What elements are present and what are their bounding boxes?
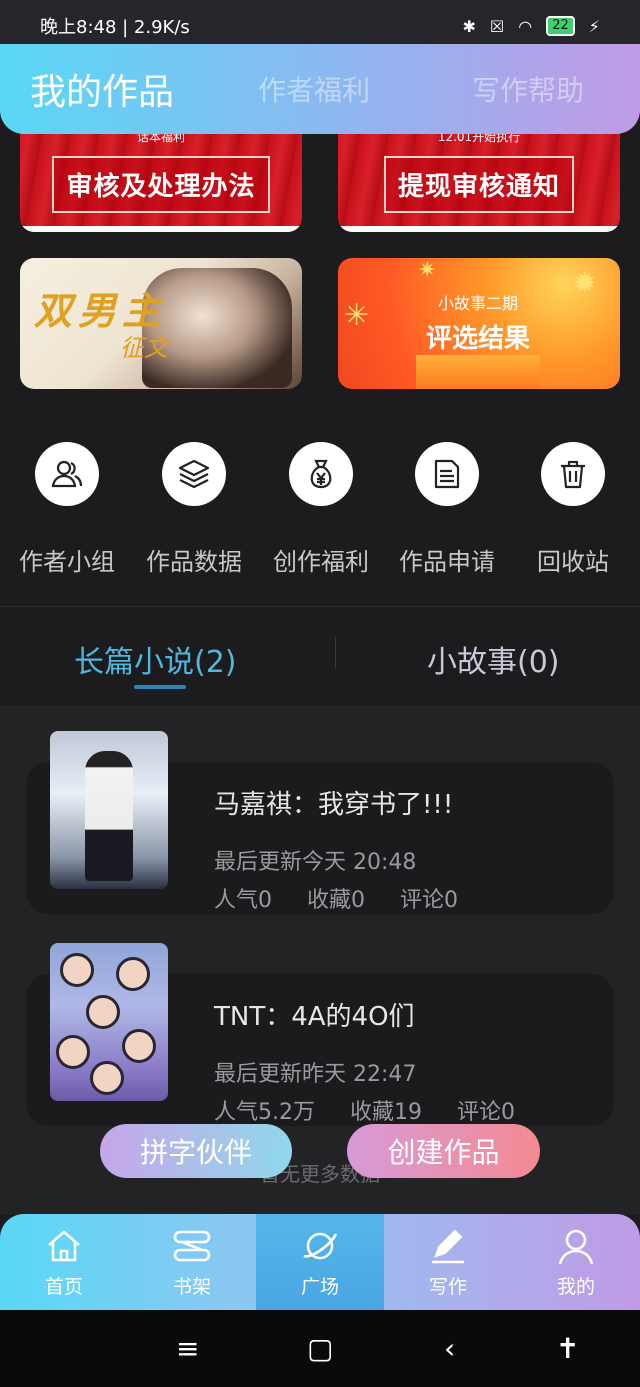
planet-icon [303, 1232, 338, 1260]
work-favorites: 收藏0 [307, 888, 365, 913]
works-list: 马嘉祺：我穿书了!!! 最后更新今天 20:48 人气0 收藏0 评论0 TNT… [0, 705, 640, 1215]
quick-label-recycle-bin[interactable]: 回收站 [508, 542, 638, 577]
quick-label-creation-benefits[interactable]: 创作福利 [256, 542, 386, 577]
tab-long-novel[interactable]: 长篇小说(2) [74, 637, 237, 681]
banner-subtitle: 征文 [120, 334, 168, 362]
users-icon[interactable] [35, 442, 99, 506]
list-end-text: 暂无更多数据 [260, 1162, 380, 1186]
wifi-icon: ◠ [518, 16, 533, 36]
work-popularity: 人气0 [214, 888, 272, 913]
back-icon[interactable]: ‹ [444, 1332, 455, 1365]
cover-face [86, 995, 120, 1029]
work-cover[interactable] [50, 731, 168, 889]
work-comments: 评论0 [457, 1100, 515, 1125]
cover-face [90, 1061, 124, 1095]
user-icon [558, 1229, 594, 1265]
nav-write[interactable]: 写作 [384, 1214, 512, 1310]
money-bag-icon[interactable] [289, 442, 353, 506]
nav-plaza[interactable]: 广场 [256, 1214, 384, 1310]
quick-label-work-apply[interactable]: 作品申请 [382, 542, 512, 577]
bluetooth-icon: ✱ [462, 16, 476, 36]
battery-icon: 22 [546, 16, 575, 36]
charging-icon: ⚡ [588, 16, 600, 36]
layers-icon[interactable] [162, 442, 226, 506]
create-work-button[interactable]: 创建作品 [347, 1124, 540, 1178]
work-title: TNT：4A的4O们 [214, 1002, 415, 1032]
banner-title: 双男主 [34, 289, 167, 333]
nav-mine[interactable]: 我的 [512, 1214, 640, 1310]
active-tab-indicator [134, 685, 186, 689]
tab-short-story[interactable]: 小故事(0) [427, 637, 560, 681]
status-icons: ✱ ☒ ◠ 22 ⚡ [462, 16, 600, 36]
work-updated: 最后更新今天 20:48 [214, 850, 417, 875]
home-icon [48, 1230, 80, 1262]
home-square-icon[interactable]: ▢ [307, 1332, 333, 1365]
work-cover[interactable] [50, 943, 168, 1101]
banner-title: 提现审核通知 [383, 155, 574, 213]
cover-face [60, 953, 94, 987]
top-tab-bar: 我的作品 作者福利 写作帮助 [0, 44, 640, 134]
nav-label: 广场 [300, 1276, 339, 1298]
work-stats: 人气5.2万 收藏19 评论0 [214, 1094, 543, 1126]
bottom-nav: 首页 书架 广场 写作 我的 [0, 1214, 640, 1310]
nav-label: 写作 [428, 1276, 467, 1298]
banner-bottom-bar [20, 226, 302, 232]
work-title: 马嘉祺：我穿书了!!! [214, 790, 454, 820]
nav-label: 书架 [172, 1276, 211, 1298]
nav-label: 首页 [44, 1276, 83, 1298]
work-comments: 评论0 [400, 888, 458, 913]
quick-label-author-group[interactable]: 作者小组 [2, 542, 132, 577]
banner-story-results[interactable]: ✳ ✹ ✷ 小故事二期 评选结果 [338, 258, 620, 389]
writing-partner-button[interactable]: 拼字伙伴 [100, 1124, 292, 1178]
trash-icon[interactable] [541, 442, 605, 506]
cover-face [122, 1029, 156, 1063]
banner-bl-contest[interactable]: 双男主 征文 [20, 258, 302, 389]
cover-figure [85, 751, 133, 881]
system-nav-bar: ≡ ▢ ‹ ✝ [0, 1310, 640, 1387]
work-updated: 最后更新昨天 22:47 [214, 1062, 417, 1087]
banner-bottom-bar [338, 226, 620, 232]
banner-title: 评选结果 [425, 324, 530, 354]
document-icon[interactable] [415, 442, 479, 506]
tab-my-works[interactable]: 我的作品 [30, 63, 174, 115]
bookshelf-icon [173, 1230, 211, 1262]
tab-author-benefits[interactable]: 作者福利 [258, 69, 370, 109]
pen-icon [432, 1229, 464, 1264]
status-time: 晚上8:48 | 2.9K/s [40, 17, 190, 38]
quick-label-work-data[interactable]: 作品数据 [129, 542, 259, 577]
menu-icon[interactable]: ≡ [176, 1332, 199, 1365]
firework-icon: ✹ [572, 266, 598, 301]
work-favorites: 收藏19 [350, 1100, 422, 1125]
nav-home[interactable]: 首页 [0, 1214, 128, 1310]
cover-face [56, 1035, 90, 1069]
banner-card: 小故事二期 评选结果 [416, 276, 540, 376]
work-stats: 人气0 收藏0 评论0 [214, 882, 486, 914]
nav-label: 我的 [556, 1276, 595, 1298]
sim-off-icon: ☒ [489, 16, 505, 36]
work-popularity: 人气5.2万 [214, 1100, 315, 1125]
nav-bookshelf[interactable]: 书架 [128, 1214, 256, 1310]
accessibility-icon[interactable]: ✝ [556, 1332, 579, 1365]
banner-small-text: 小故事二期 [437, 294, 518, 313]
works-type-tabs: 长篇小说(2) 小故事(0) [0, 607, 640, 705]
cover-face [116, 957, 150, 991]
firework-icon: ✳ [344, 298, 370, 333]
tab-writing-help[interactable]: 写作帮助 [472, 69, 584, 109]
banner-title: 审核及处理办法 [52, 155, 270, 213]
tab-divider [335, 637, 336, 669]
